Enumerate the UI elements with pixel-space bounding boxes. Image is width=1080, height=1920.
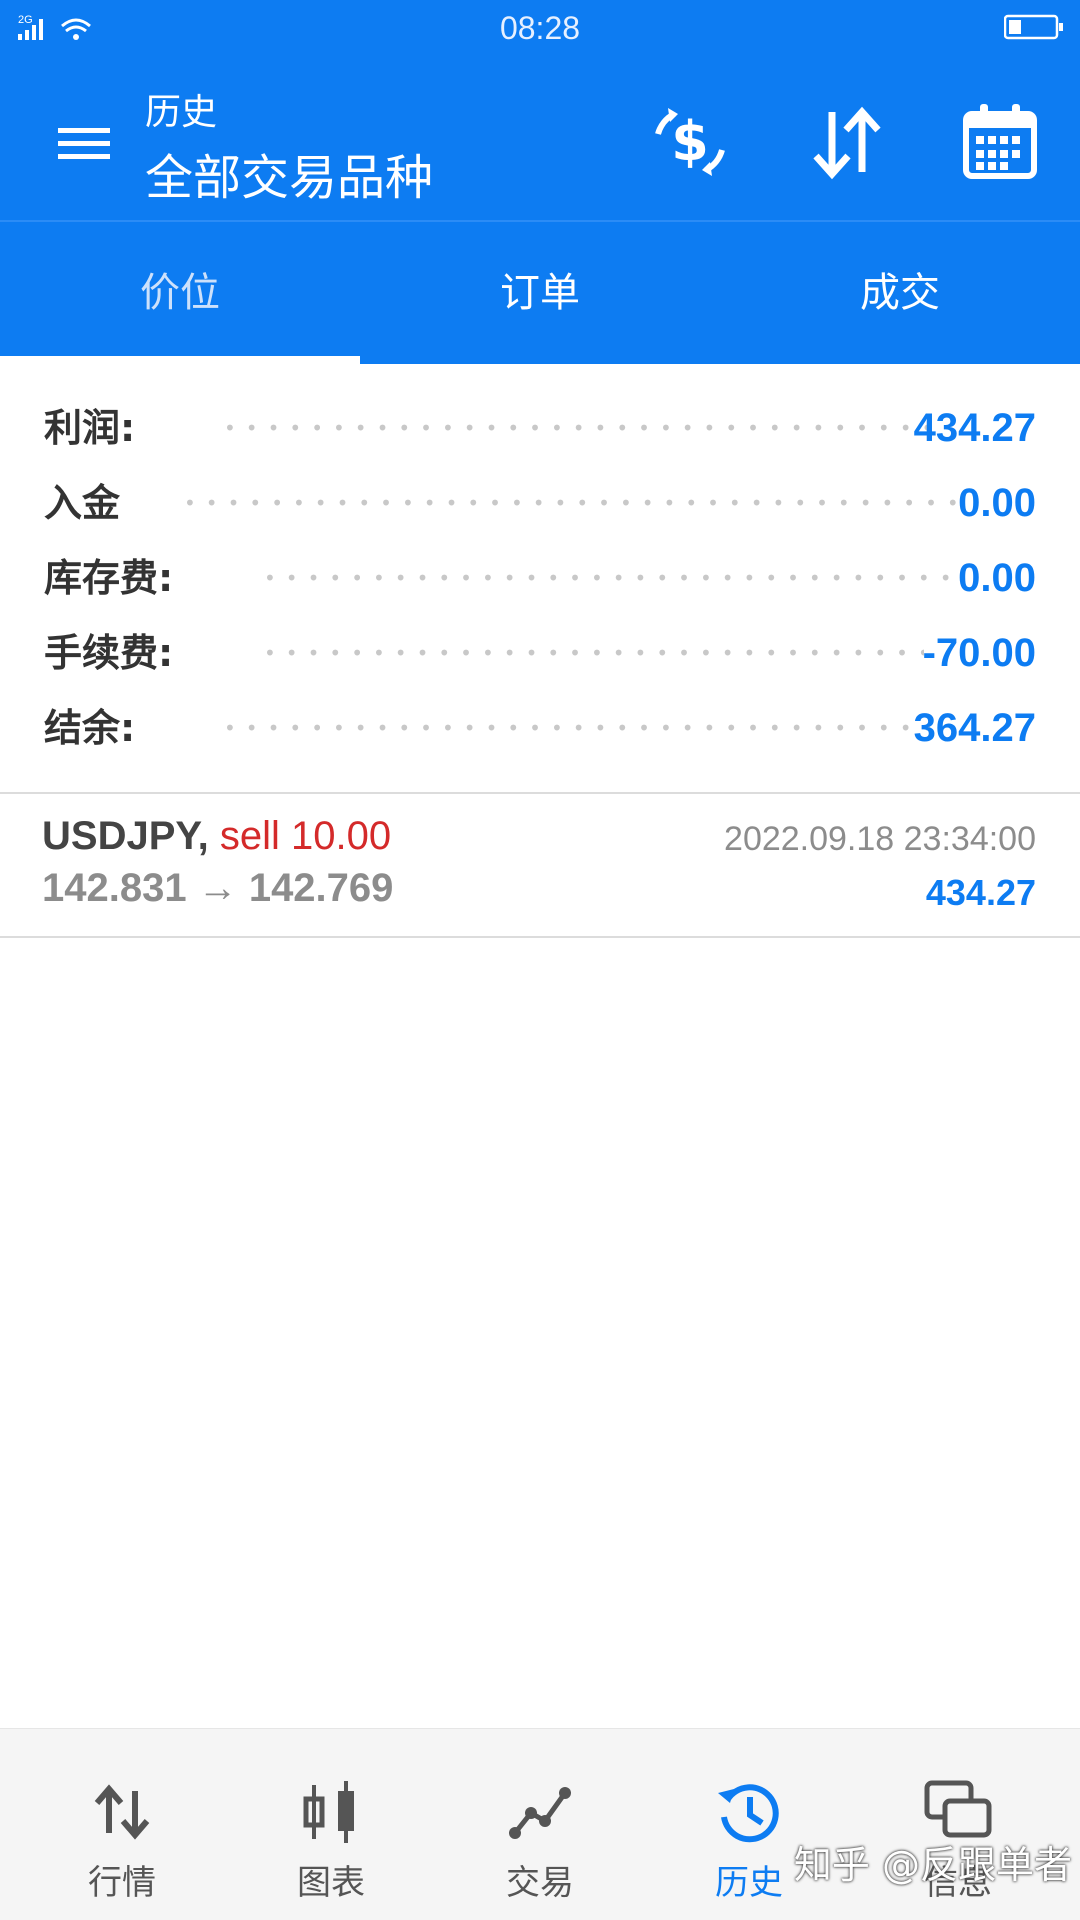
nav-label: 行情 xyxy=(88,1863,156,1903)
quotes-icon xyxy=(94,1784,150,1840)
deal-profit: 434.27 xyxy=(925,872,1036,913)
tab-orders[interactable]: 订单 xyxy=(360,222,720,364)
nav-trade[interactable]: 交易 xyxy=(435,1729,645,1920)
dot-leader: ••••••••••••••••••••••••••••••••••••••••… xyxy=(224,716,934,740)
dot-leader: ••••••••••••••••••••••••••••••••••••••••… xyxy=(224,416,934,440)
summary-row-deposit: 入金 •••••••••••••••••••••••••••••••••••••… xyxy=(44,473,1036,533)
deal-side: sell 10.00 xyxy=(219,814,392,858)
nav-messages[interactable]: 信息 xyxy=(853,1729,1063,1920)
history-summary: 利润: ••••••••••••••••••••••••••••••••••••… xyxy=(0,364,1080,792)
deal-symbol: USDJPY, sell 10.00 xyxy=(42,814,391,859)
deal-time: 2022.09.18 23:34:00 xyxy=(724,820,1036,858)
app-bar: 历史 全部交易品种 $ xyxy=(0,58,1080,222)
summary-row-swap: 库存费: •••••••••••••••••••••••••••••••••••… xyxy=(44,548,1036,608)
menu-icon[interactable] xyxy=(44,106,124,176)
calendar-icon[interactable] xyxy=(958,100,1042,184)
summary-label: 利润: xyxy=(44,406,136,450)
summary-value: -70.00 xyxy=(922,631,1036,675)
summary-value: 364.27 xyxy=(913,706,1036,750)
nav-label: 交易 xyxy=(506,1863,574,1903)
deal-row[interactable]: USDJPY, sell 10.00 142.831 → 142.769 202… xyxy=(0,796,1080,936)
summary-row-profit: 利润: ••••••••••••••••••••••••••••••••••••… xyxy=(44,398,1036,458)
sort-icon[interactable] xyxy=(804,100,888,184)
deal-divider xyxy=(0,936,1080,938)
status-bar: 2G 08:28 xyxy=(0,0,1080,58)
nav-history[interactable]: 历史 xyxy=(644,1729,854,1920)
summary-label: 手续费: xyxy=(44,631,174,675)
summary-value: 0.00 xyxy=(958,481,1036,525)
nav-quotes[interactable]: 行情 xyxy=(17,1729,227,1920)
nav-label: 图表 xyxy=(297,1863,365,1903)
symbol-filter-title[interactable]: 全部交易品种 xyxy=(145,138,433,208)
history-icon xyxy=(718,1784,779,1843)
page-title: 历史 xyxy=(145,92,218,133)
summary-label: 入金 xyxy=(44,481,121,525)
watermark-text: 知乎 @反跟单者 xyxy=(793,1843,1072,1887)
trade-icon xyxy=(509,1787,571,1839)
status-time: 08:28 xyxy=(499,10,581,46)
battery-icon xyxy=(1004,14,1063,40)
tab-selected-indicator xyxy=(0,356,360,364)
summary-row-commission: 手续费: •••••••••••••••••••••••••••••••••••… xyxy=(44,623,1036,683)
deal-symbol-text: USDJPY, xyxy=(42,814,209,858)
dot-leader: ••••••••••••••••••••••••••••••••••••••••… xyxy=(184,491,964,515)
deal-prices: 142.831 → 142.769 xyxy=(42,866,394,910)
dot-leader: ••••••••••••••••••••••••••••••••••••••••… xyxy=(264,566,964,590)
svg-text:$: $ xyxy=(671,110,709,173)
tab-price[interactable]: 价位 xyxy=(0,222,360,364)
summary-label: 库存费: xyxy=(44,556,174,600)
summary-value: 0.00 xyxy=(958,556,1036,600)
money-icon[interactable]: $ xyxy=(648,100,732,184)
nav-chart[interactable]: 图表 xyxy=(226,1729,436,1920)
chart-icon xyxy=(303,1781,354,1843)
summary-divider xyxy=(0,792,1080,794)
tab-deals[interactable]: 成交 xyxy=(720,222,1080,364)
bottom-navigation: 行情 图表 交易 历史 信息 xyxy=(0,1728,1080,1920)
tab-bar: 价位 订单 成交 xyxy=(0,222,1080,364)
summary-value: 434.27 xyxy=(913,406,1036,450)
summary-label: 结余: xyxy=(44,706,136,750)
summary-row-balance: 结余: ••••••••••••••••••••••••••••••••••••… xyxy=(44,698,1036,758)
dot-leader: ••••••••••••••••••••••••••••••••••••••••… xyxy=(264,641,924,665)
